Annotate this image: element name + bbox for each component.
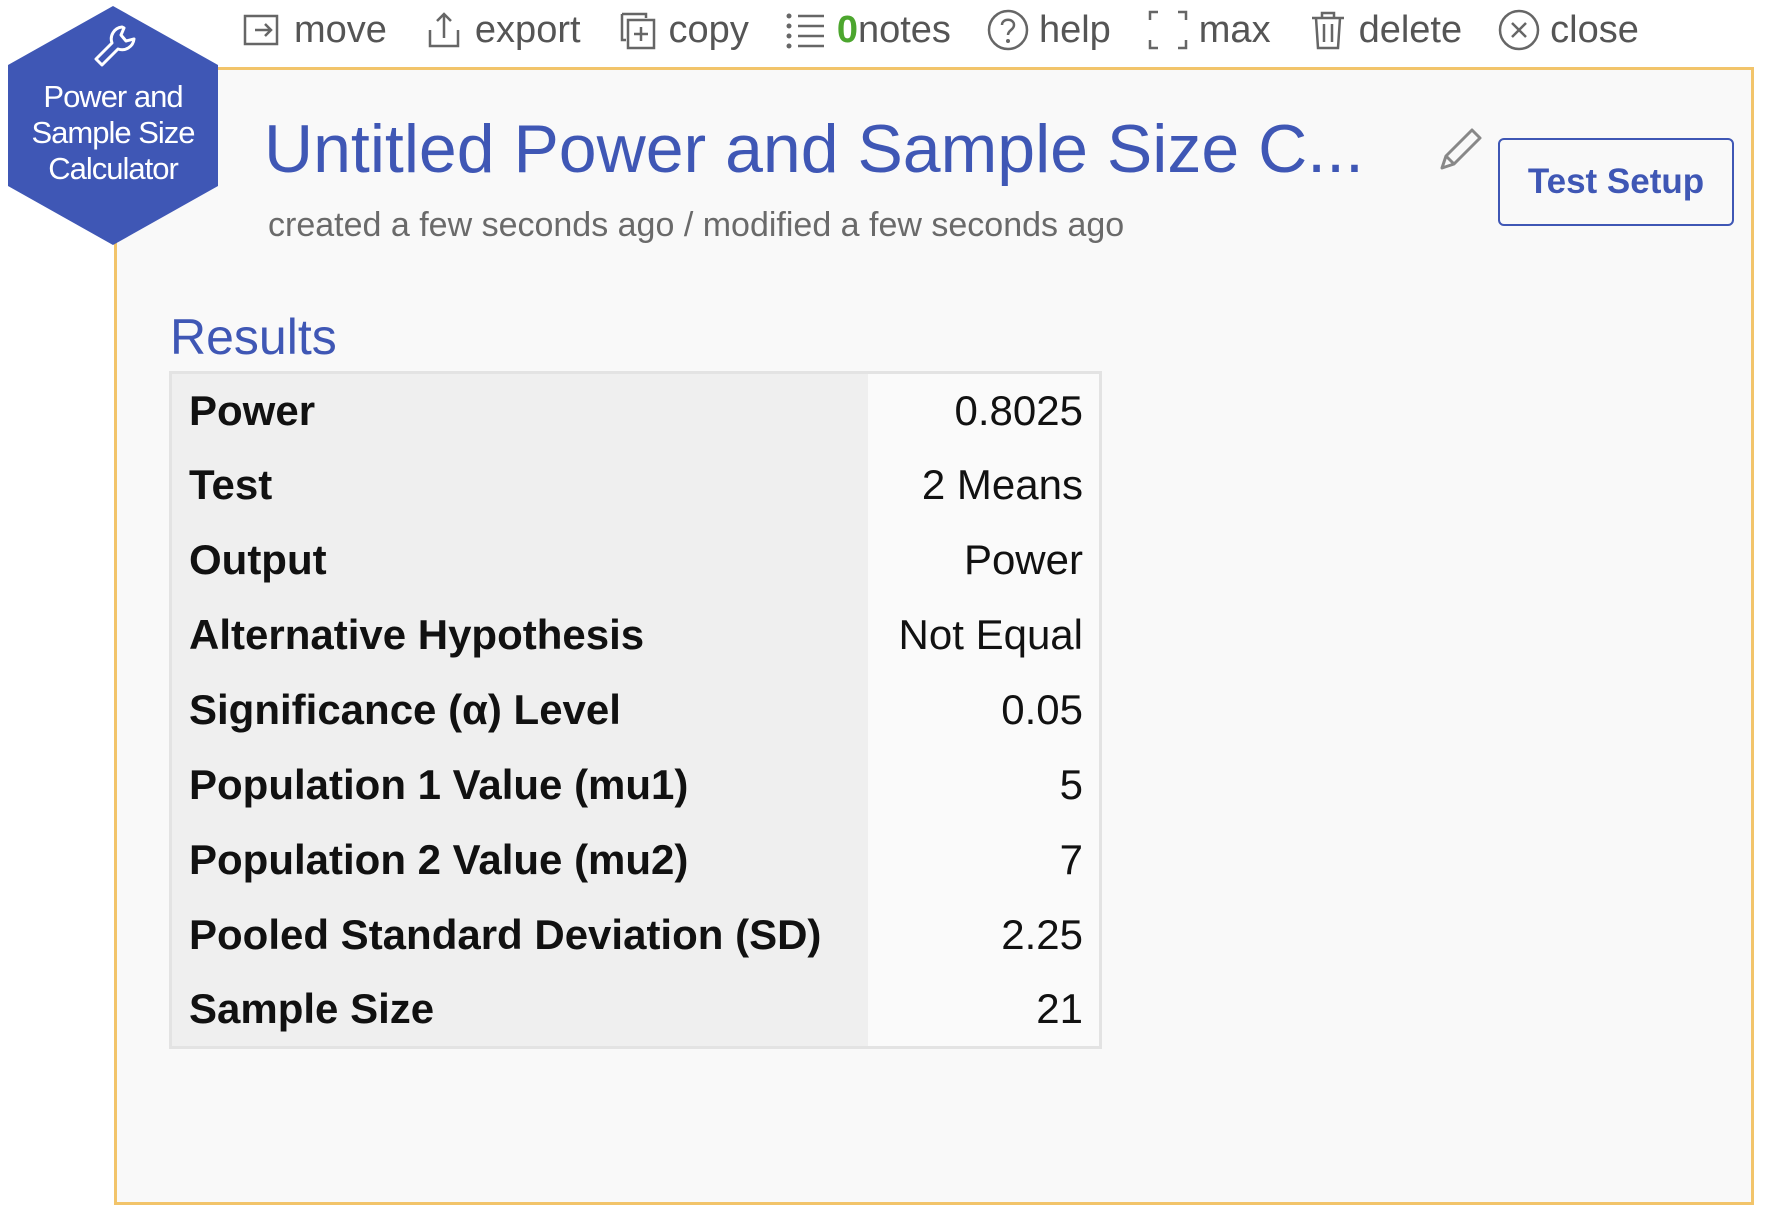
close-button[interactable]: close — [1496, 7, 1639, 53]
row-value: 2 Means — [867, 447, 1101, 523]
wrench-icon — [94, 25, 136, 67]
row-label: Significance (α) Level — [170, 672, 868, 748]
table-row: Output Power — [170, 522, 1101, 598]
table-row: Sample Size 21 — [170, 972, 1101, 1048]
max-button[interactable]: max — [1145, 7, 1271, 53]
close-label: close — [1550, 8, 1639, 51]
row-label: Population 2 Value (mu2) — [170, 822, 868, 898]
table-row: Significance (α) Level 0.05 — [170, 672, 1101, 748]
test-setup-button[interactable]: Test Setup — [1498, 138, 1734, 226]
toolbar: move export copy 0 notes help max delete… — [240, 0, 1792, 60]
move-button[interactable]: move — [240, 7, 387, 53]
delete-button[interactable]: delete — [1305, 7, 1463, 53]
results-heading: Results — [170, 309, 337, 365]
badge-label: Power and Sample Size Calculator — [31, 79, 195, 186]
row-value: 2.25 — [867, 897, 1101, 973]
notes-count: 0 — [836, 8, 858, 51]
trash-icon — [1305, 7, 1351, 53]
move-label: move — [294, 8, 387, 51]
row-label: Pooled Standard Deviation (SD) — [170, 897, 868, 973]
max-label: max — [1198, 8, 1271, 51]
table-row: Pooled Standard Deviation (SD) 2.25 — [170, 897, 1101, 973]
copy-icon — [615, 7, 661, 53]
row-value: Power — [867, 522, 1101, 598]
table-row: Power 0.8025 — [170, 372, 1101, 448]
row-label: Test — [170, 447, 868, 523]
row-value: 0.05 — [867, 672, 1101, 748]
help-button[interactable]: help — [985, 7, 1111, 53]
help-label: help — [1038, 8, 1111, 51]
table-row: Population 2 Value (mu2) 7 — [170, 822, 1101, 898]
pencil-icon[interactable] — [1432, 122, 1488, 178]
timestamp-subtitle: created a few seconds ago / modified a f… — [268, 206, 1125, 244]
copy-label: copy — [668, 8, 749, 51]
copy-button[interactable]: copy — [615, 7, 749, 53]
table-row: Alternative Hypothesis Not Equal — [170, 597, 1101, 673]
row-label: Sample Size — [170, 972, 868, 1048]
row-value: 5 — [867, 747, 1101, 823]
delete-label: delete — [1358, 8, 1463, 51]
row-value: 7 — [867, 822, 1101, 898]
notes-label: notes — [857, 8, 951, 51]
row-value: 0.8025 — [867, 372, 1101, 448]
row-label: Alternative Hypothesis — [170, 597, 868, 673]
row-value: 21 — [867, 972, 1101, 1048]
row-value: Not Equal — [867, 597, 1101, 673]
close-icon — [1496, 7, 1542, 53]
app-badge: Power and Sample Size Calculator — [4, 3, 222, 248]
move-icon — [240, 7, 286, 53]
export-label: export — [474, 8, 581, 51]
export-button[interactable]: export — [421, 7, 581, 53]
table-row: Population 1 Value (mu1) 5 — [170, 747, 1101, 823]
maximize-icon — [1145, 7, 1191, 53]
table-row: Test 2 Means — [170, 447, 1101, 523]
help-icon — [985, 7, 1031, 53]
row-label: Power — [170, 372, 868, 448]
page-title: Untitled Power and Sample Size C... — [264, 111, 1364, 187]
notes-button[interactable]: 0 notes — [783, 7, 951, 53]
row-label: Output — [170, 522, 868, 598]
list-icon — [783, 7, 829, 53]
results-table: Power 0.8025 Test 2 Means Output Power A… — [169, 371, 1102, 1049]
row-label: Population 1 Value (mu1) — [170, 747, 868, 823]
export-icon — [421, 7, 467, 53]
